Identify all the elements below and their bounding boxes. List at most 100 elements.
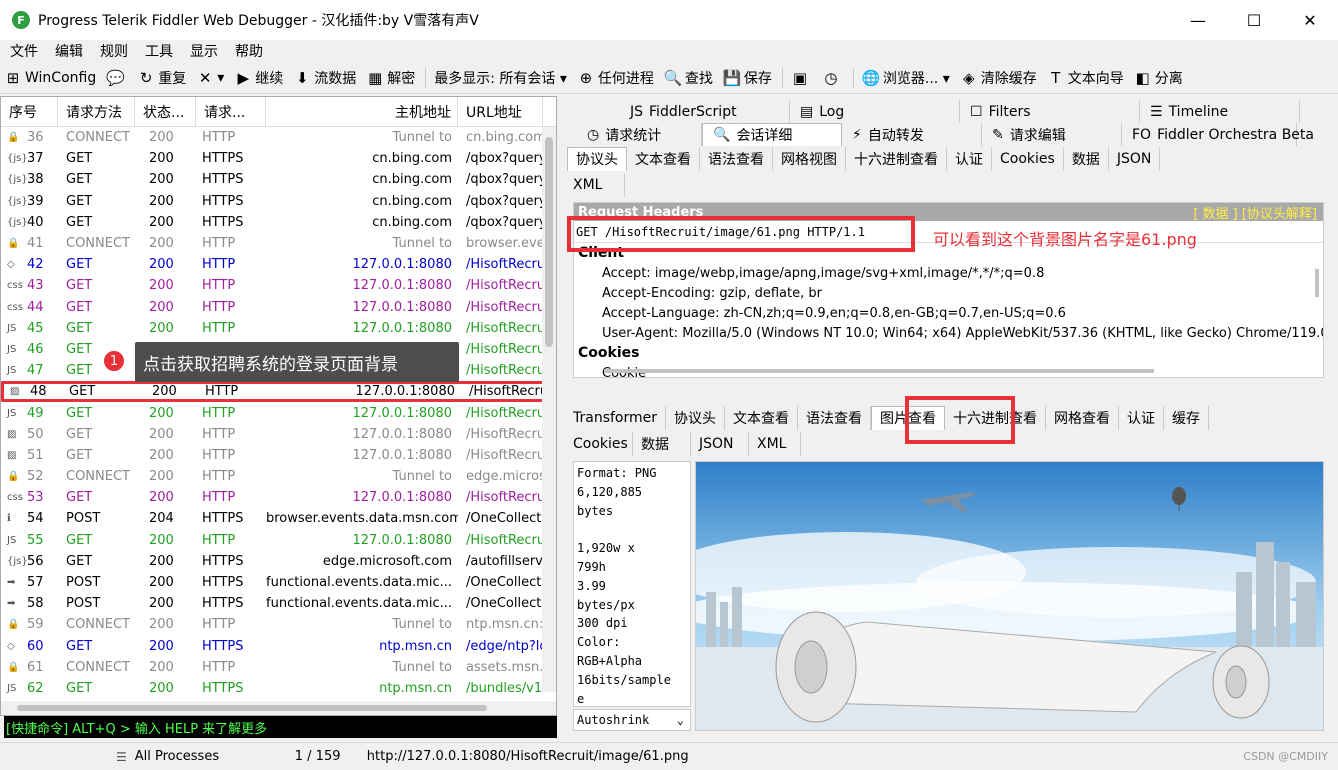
column-header-url[interactable]: URL地址 xyxy=(458,97,543,126)
resptabs2-tab-0[interactable]: Cookies xyxy=(565,431,633,456)
session-num-value: 50 xyxy=(27,426,44,442)
reqtabs-tab-8[interactable]: JSON xyxy=(1109,146,1161,171)
session-row[interactable]: {js} 40 GET 200 HTTPS cn.bing.com/qbox?query xyxy=(1,212,556,233)
session-row[interactable]: 🔒 52 CONNECT 200 HTTP Tunnel to edge.micros xyxy=(1,466,556,487)
toolbar-button-5[interactable]: ⬇ 流数据 xyxy=(293,68,356,88)
quickexec-input[interactable]: [快捷命令] ALT+Q > 输入 HELP 来了解更多 xyxy=(4,716,557,738)
toolbar-button-15[interactable]: T 文本向导 xyxy=(1047,68,1124,88)
scroll-thumb[interactable] xyxy=(17,705,487,711)
toolbar-button-12[interactable]: ◷ xyxy=(822,69,843,87)
session-row[interactable]: {js} 38 GET 200 HTTPS cn.bing.com/qbox?query xyxy=(1,169,556,190)
session-row[interactable]: ➡ 57 POST 200 HTTPS functional.events.data.mi… xyxy=(1,572,556,593)
toolbar-button-4[interactable]: ▶ 继续 xyxy=(234,68,283,88)
column-header-status[interactable]: 状态... xyxy=(135,97,196,126)
toptabs2-tab-0[interactable]: ◷ 请求统计 xyxy=(577,123,702,146)
resptabs-tab-2[interactable]: 文本查看 xyxy=(725,405,799,430)
reqtabs-tab-1[interactable]: 文本查看 xyxy=(627,146,700,171)
column-header-protocol[interactable]: 请求... xyxy=(196,97,266,126)
menu-view[interactable]: 显示 xyxy=(190,41,218,61)
resptabs-tab-7[interactable]: 认证 xyxy=(1119,405,1165,430)
toolbar-button-10[interactable]: 💾 保存 xyxy=(723,68,772,88)
toolbar-button-14[interactable]: ◈ 清除缓存 xyxy=(960,68,1037,88)
toolbar-button-3[interactable]: ✕ ▾ xyxy=(196,69,224,87)
session-num-value: 39 xyxy=(27,193,44,209)
session-row[interactable]: css 44 GET 200 HTTP 127.0.0.1:8080/HisoftRecr… xyxy=(1,297,556,318)
toolbar-button-7[interactable]: 最多显示: 所有会话 ▾ xyxy=(434,68,567,88)
session-row[interactable]: 🔒 61 CONNECT 200 HTTP Tunnel to assets.msn. xyxy=(1,657,556,678)
toptabs2-tab-2[interactable]: ⚡ 自动转发 xyxy=(842,123,982,146)
toolbar-button-8[interactable]: ⊕ 任何进程 xyxy=(577,68,654,88)
session-row[interactable]: 🔒 59 CONNECT 200 HTTP Tunnel to ntp.msn.cn: xyxy=(1,614,556,635)
column-header-num[interactable]: 序号 xyxy=(1,97,58,126)
session-row[interactable]: JS 55 GET 200 HTTP 127.0.0.1:8080/HisoftRecru xyxy=(1,530,556,551)
header-section-title[interactable]: Cookies xyxy=(574,343,1323,363)
toptabs1-tab-0[interactable]: JS FiddlerScript xyxy=(620,100,790,123)
resptabs-tab-0[interactable]: Transformer xyxy=(565,405,667,430)
menu-rules[interactable]: 规则 xyxy=(100,41,128,61)
reqtabs-tab-7[interactable]: 数据 xyxy=(1064,146,1109,171)
reqtabs-tab-3[interactable]: 网格视图 xyxy=(773,146,846,171)
status-processes[interactable]: All Processes xyxy=(135,749,295,764)
session-row[interactable]: JS 62 GET 200 HTTPS ntp.msn.cn/bundles/v1 xyxy=(1,678,556,699)
toptabs2-tab-3[interactable]: ✎ 请求编辑 xyxy=(982,123,1122,146)
session-row[interactable]: ◇ 42 GET 200 HTTP 127.0.0.1:8080/HisoftRecru xyxy=(1,254,556,275)
session-row[interactable]: ▨ 50 GET 200 HTTP 127.0.0.1:8080/HisoftRecru xyxy=(1,424,556,445)
toptabs2-tab-4[interactable]: FO Fiddler Orchestra Beta xyxy=(1122,123,1314,146)
session-row[interactable]: JS 49 GET 200 HTTP 127.0.0.1:8080/HisoftRecru xyxy=(1,402,556,423)
session-row[interactable]: 🔒 36 CONNECT 200 HTTP Tunnel to cn.bing.com xyxy=(1,127,556,148)
session-row[interactable]: css 53 GET 200 HTTP 127.0.0.1:8080/HisoftRecr… xyxy=(1,487,556,508)
toptabs1-tab-1[interactable]: ▤ Log xyxy=(790,100,960,123)
session-horizontal-scrollbar[interactable] xyxy=(1,701,556,715)
reqtabs-tab-4[interactable]: 十六进制查看 xyxy=(846,146,947,171)
column-header-method[interactable]: 请求方法 xyxy=(58,97,135,126)
reqtabs-tab-0[interactable]: 协议头 xyxy=(567,146,627,171)
maximize-button[interactable]: ☐ xyxy=(1226,0,1282,40)
session-row[interactable]: ▨ 51 GET 200 HTTP 127.0.0.1:8080/HisoftRecru xyxy=(1,445,556,466)
toolbar-button-6[interactable]: ▦ 解密 xyxy=(366,68,415,88)
toptabs2-tab-1[interactable]: 🔍 会话详细 xyxy=(702,123,842,146)
minimize-button[interactable]: — xyxy=(1170,0,1226,40)
scroll-thumb[interactable] xyxy=(545,137,553,347)
request-headers-links[interactable]: [ 数据 ] [协议头解释] xyxy=(1193,203,1317,222)
session-row[interactable]: ℹ 54 POST 204 HTTPS browser.events.data.msn.c… xyxy=(1,508,556,529)
toolbar-button-11[interactable]: ▣ xyxy=(791,69,812,87)
menu-tools[interactable]: 工具 xyxy=(145,41,173,61)
session-row[interactable]: ➡ 58 POST 200 HTTPS functional.events.data.mi… xyxy=(1,593,556,614)
resptabs2-tab-1[interactable]: 数据 xyxy=(633,431,691,456)
headers-hscroll-thumb[interactable] xyxy=(604,369,1154,373)
headers-scroll-thumb[interactable] xyxy=(1315,269,1319,297)
reqtabs-tab-2[interactable]: 语法查看 xyxy=(700,146,773,171)
menu-file[interactable]: 文件 xyxy=(10,41,38,61)
session-row[interactable]: css 43 GET 200 HTTP 127.0.0.1:8080/HisoftRecr… xyxy=(1,275,556,296)
close-button[interactable]: ✕ xyxy=(1282,0,1338,40)
session-vertical-scrollbar[interactable] xyxy=(542,127,556,692)
toolbar-button-1[interactable]: 💬 xyxy=(106,69,127,87)
resptabs2-tab-2[interactable]: JSON xyxy=(691,431,749,456)
toolbar-button-0[interactable]: ⊞ WinConfig xyxy=(4,69,97,87)
resptabs-tab-1[interactable]: 协议头 xyxy=(666,405,726,430)
session-row[interactable]: {js} 39 GET 200 HTTPS cn.bing.com/qbox?query xyxy=(1,191,556,212)
resptabs-tab-3[interactable]: 语法查看 xyxy=(798,405,872,430)
resptabs2-tab-3[interactable]: XML xyxy=(749,431,801,456)
toptabs1-tab-3[interactable]: ☰ Timeline xyxy=(1140,100,1300,123)
reqtabs-tab-5[interactable]: 认证 xyxy=(947,146,992,171)
session-row[interactable]: ▨ 48 GET 200 HTTP 127.0.0.1:8080/HisoftRecru xyxy=(1,381,556,403)
toolbar-button-2[interactable]: ↻ 重复 xyxy=(137,68,186,88)
reqtabs-tab-6[interactable]: Cookies xyxy=(992,146,1064,171)
reqtabs2-tab-0[interactable]: XML xyxy=(565,172,625,197)
toolbar-button-13[interactable]: 🌐 浏览器... ▾ xyxy=(862,68,950,88)
resptabs-tab-6[interactable]: 网格查看 xyxy=(1046,405,1120,430)
session-row[interactable]: 🔒 41 CONNECT 200 HTTP Tunnel to browser.eve xyxy=(1,233,556,254)
resptabs-tab-8[interactable]: 缓存 xyxy=(1164,405,1210,430)
session-row[interactable]: JS 45 GET 200 HTTP 127.0.0.1:8080/HisoftRecru xyxy=(1,318,556,339)
toolbar-button-16[interactable]: ◧ 分离 xyxy=(1134,68,1183,88)
session-row[interactable]: {js} 37 GET 200 HTTPS cn.bing.com/qbox?query xyxy=(1,148,556,169)
menu-edit[interactable]: 编辑 xyxy=(55,41,83,61)
menu-help[interactable]: 帮助 xyxy=(235,41,263,61)
toolbar-button-9[interactable]: 🔍 查找 xyxy=(664,68,713,88)
toptabs1-tab-2[interactable]: ☐ Filters xyxy=(960,100,1140,123)
session-row[interactable]: {js} 56 GET 200 HTTPS edge.microsoft.com/auto… xyxy=(1,551,556,572)
autoshrink-select[interactable]: Autoshrink ⌄ xyxy=(573,709,691,731)
column-header-host[interactable]: 主机地址 xyxy=(266,97,458,126)
session-row[interactable]: ◇ 60 GET 200 HTTPS ntp.msn.cn/edge/ntp?lo xyxy=(1,636,556,657)
